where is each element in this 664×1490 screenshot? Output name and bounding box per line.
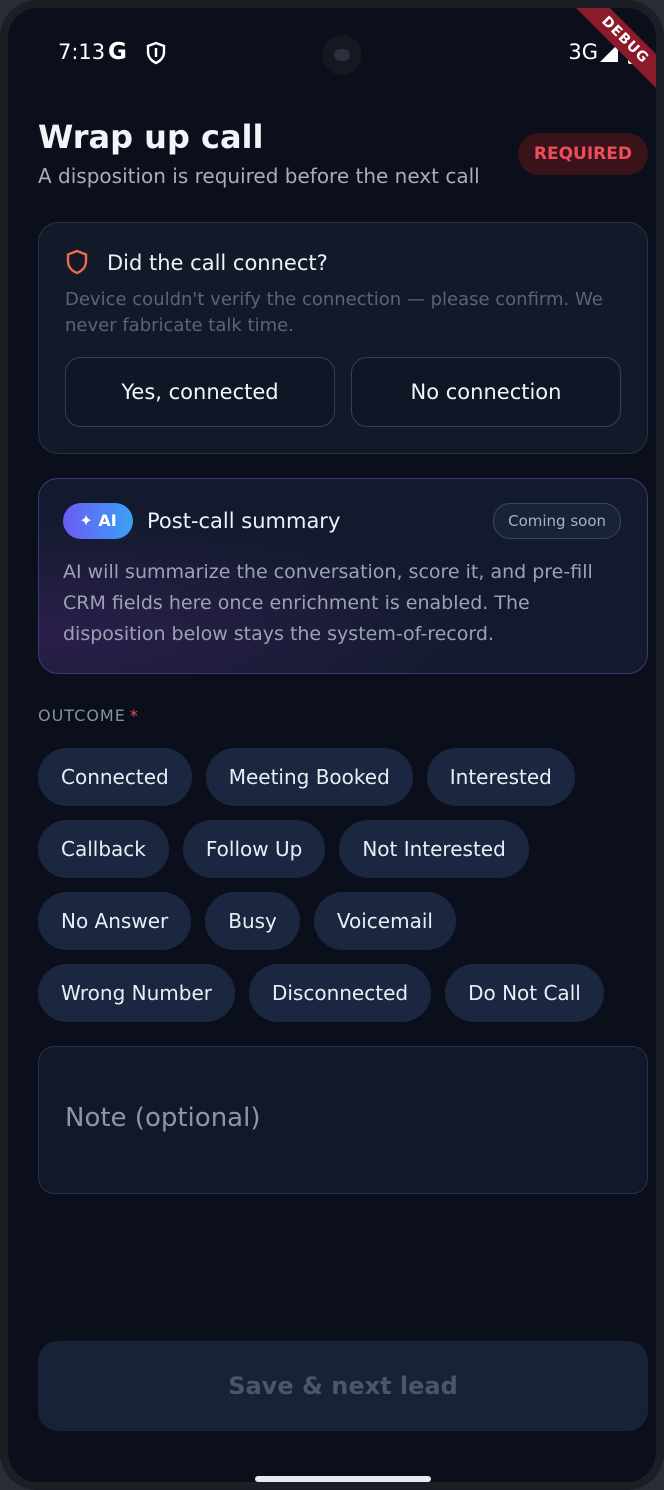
outcome-chip-no-answer[interactable]: No Answer	[38, 892, 192, 950]
outcome-label-text: OUTCOME	[38, 706, 126, 725]
app-screen: 7:13 G 3G DEBUG Wrap up call A dispositi…	[8, 8, 656, 1482]
vpn-shield-icon	[146, 41, 166, 65]
summary-title: Post-call summary	[147, 509, 341, 533]
note-placeholder: Note (optional)	[65, 1103, 261, 1133]
required-badge: REQUIRED	[517, 133, 648, 175]
no-connection-button[interactable]: No connection	[351, 357, 621, 427]
save-next-lead-button[interactable]: Save & next lead	[38, 1341, 648, 1431]
connect-question: Did the call connect?	[107, 251, 328, 275]
post-call-summary-card: ✦ AI Post-call summary Coming soon AI wi…	[38, 478, 648, 674]
outcome-chip-voicemail[interactable]: Voicemail	[313, 892, 456, 950]
outcome-chip-do-not-call[interactable]: Do Not Call	[445, 964, 604, 1022]
status-time: 7:13	[58, 40, 106, 64]
ai-badge-label: AI	[98, 511, 117, 530]
outcome-chips: Connected Meeting Booked Interested Call…	[38, 748, 638, 1022]
device-frame: 7:13 G 3G DEBUG Wrap up call A dispositi…	[0, 0, 664, 1490]
front-camera	[322, 35, 362, 75]
required-star: *	[129, 706, 139, 725]
sparkle-icon: ✦	[79, 511, 93, 530]
outcome-chip-connected[interactable]: Connected	[38, 748, 192, 806]
outcome-chip-disconnected[interactable]: Disconnected	[248, 964, 432, 1022]
outcome-label: OUTCOME *	[38, 706, 139, 725]
outcome-chip-callback[interactable]: Callback	[38, 820, 169, 878]
page-title: Wrap up call	[38, 118, 264, 156]
shield-icon	[66, 249, 88, 275]
google-icon: G	[108, 39, 127, 65]
connect-description: Device couldn't verify the connection — …	[65, 289, 603, 336]
connect-card: Did the call connect? Device couldn't ve…	[38, 222, 648, 454]
outcome-chip-meeting-booked[interactable]: Meeting Booked	[205, 748, 413, 806]
summary-body: AI will summarize the conversation, scor…	[63, 561, 593, 645]
outcome-chip-busy[interactable]: Busy	[205, 892, 300, 950]
yes-connected-button[interactable]: Yes, connected	[65, 357, 335, 427]
ai-badge: ✦ AI	[63, 503, 133, 539]
outcome-chip-interested[interactable]: Interested	[426, 748, 575, 806]
outcome-chip-follow-up[interactable]: Follow Up	[182, 820, 326, 878]
network-type: 3G	[568, 40, 598, 64]
page-subtitle: A disposition is required before the nex…	[38, 164, 480, 188]
status-bar: 7:13 G 3G DEBUG	[8, 8, 656, 102]
outcome-chip-not-interested[interactable]: Not Interested	[339, 820, 529, 878]
coming-soon-badge: Coming soon	[493, 503, 621, 539]
outcome-chip-wrong-number[interactable]: Wrong Number	[38, 964, 235, 1022]
note-field[interactable]: Note (optional)	[38, 1046, 648, 1194]
home-indicator[interactable]	[255, 1476, 431, 1482]
